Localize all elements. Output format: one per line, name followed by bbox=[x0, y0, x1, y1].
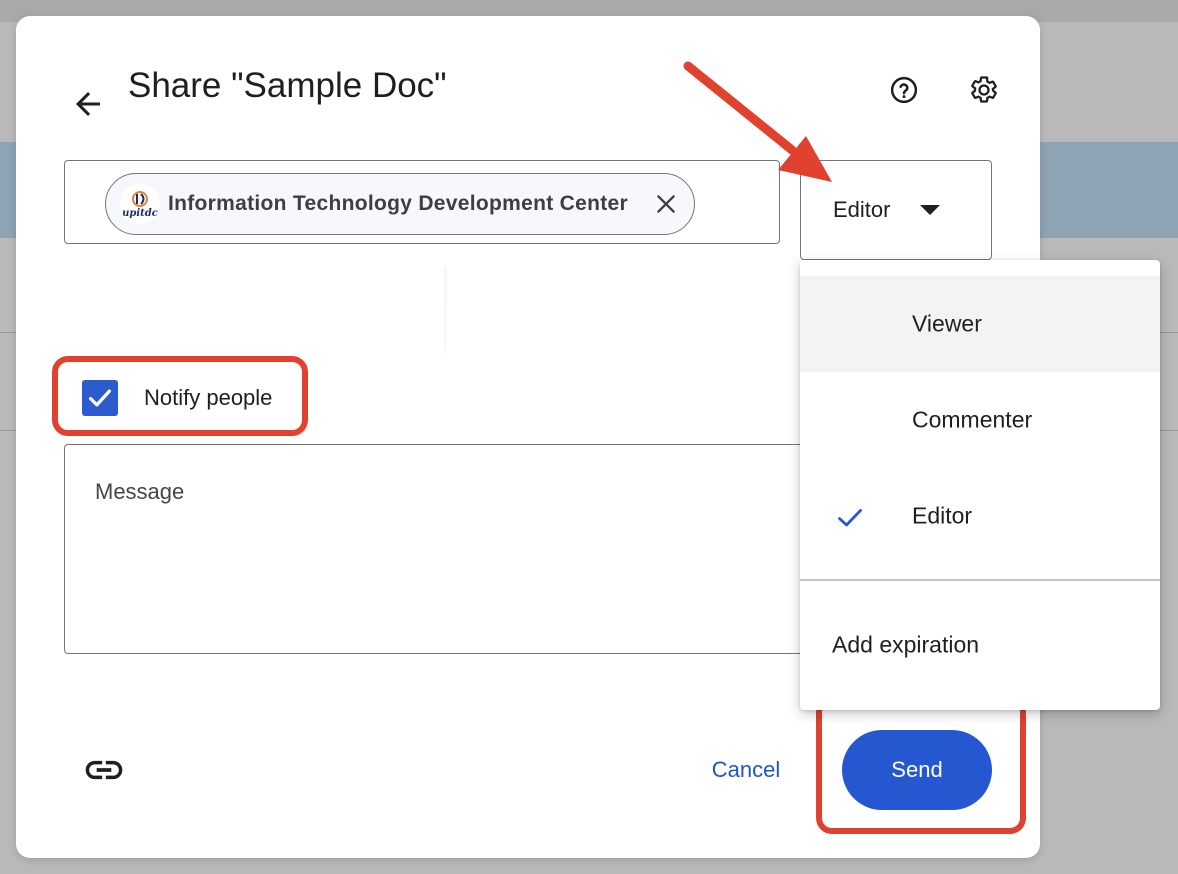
role-menu-item-label: Viewer bbox=[912, 310, 982, 337]
organization-logo-icon: upitdc bbox=[120, 184, 160, 224]
remove-recipient-button[interactable] bbox=[650, 188, 682, 220]
copy-link-button[interactable] bbox=[80, 750, 128, 790]
faint-divider bbox=[444, 266, 447, 354]
arrow-left-icon bbox=[76, 92, 100, 116]
role-menu-item-editor[interactable]: Editor bbox=[800, 468, 1160, 564]
add-expiration-label: Add expiration bbox=[832, 631, 980, 658]
close-icon bbox=[657, 195, 675, 213]
checkmark-icon bbox=[838, 509, 862, 527]
role-menu-divider bbox=[800, 579, 1160, 581]
back-button[interactable] bbox=[68, 84, 108, 124]
message-placeholder: Message bbox=[95, 479, 185, 504]
settings-button[interactable] bbox=[964, 70, 1004, 110]
svg-text:upitdc: upitdc bbox=[122, 208, 158, 219]
link-icon bbox=[85, 760, 123, 780]
role-menu-item-commenter[interactable]: Commenter bbox=[800, 372, 1160, 468]
role-dropdown-button[interactable]: Editor bbox=[800, 160, 992, 260]
recipient-chip-label: Information Technology Development Cente… bbox=[168, 192, 628, 215]
dialog-title: Share "Sample Doc" bbox=[128, 66, 447, 105]
message-textarea[interactable]: Message bbox=[64, 444, 824, 654]
notify-highlight-annotation bbox=[52, 356, 308, 436]
send-highlight-annotation bbox=[816, 696, 1026, 834]
role-menu-item-label: Commenter bbox=[912, 406, 1033, 433]
gear-icon bbox=[971, 76, 997, 103]
role-menu-item-viewer[interactable]: Viewer bbox=[800, 276, 1160, 372]
caret-down-icon bbox=[920, 205, 941, 215]
recipient-chip[interactable]: upitdc Information Technology Developmen… bbox=[105, 173, 695, 235]
cancel-button[interactable]: Cancel bbox=[696, 746, 796, 794]
help-button[interactable] bbox=[884, 70, 924, 110]
add-expiration-item[interactable]: Add expiration bbox=[800, 600, 1160, 690]
help-circle-icon bbox=[890, 76, 918, 104]
role-menu-item-label: Editor bbox=[912, 502, 973, 529]
people-input[interactable]: upitdc Information Technology Developmen… bbox=[64, 160, 780, 244]
role-dropdown-label: Editor bbox=[833, 197, 891, 222]
role-menu: Viewer Commenter Editor Add expiration bbox=[800, 260, 1160, 710]
